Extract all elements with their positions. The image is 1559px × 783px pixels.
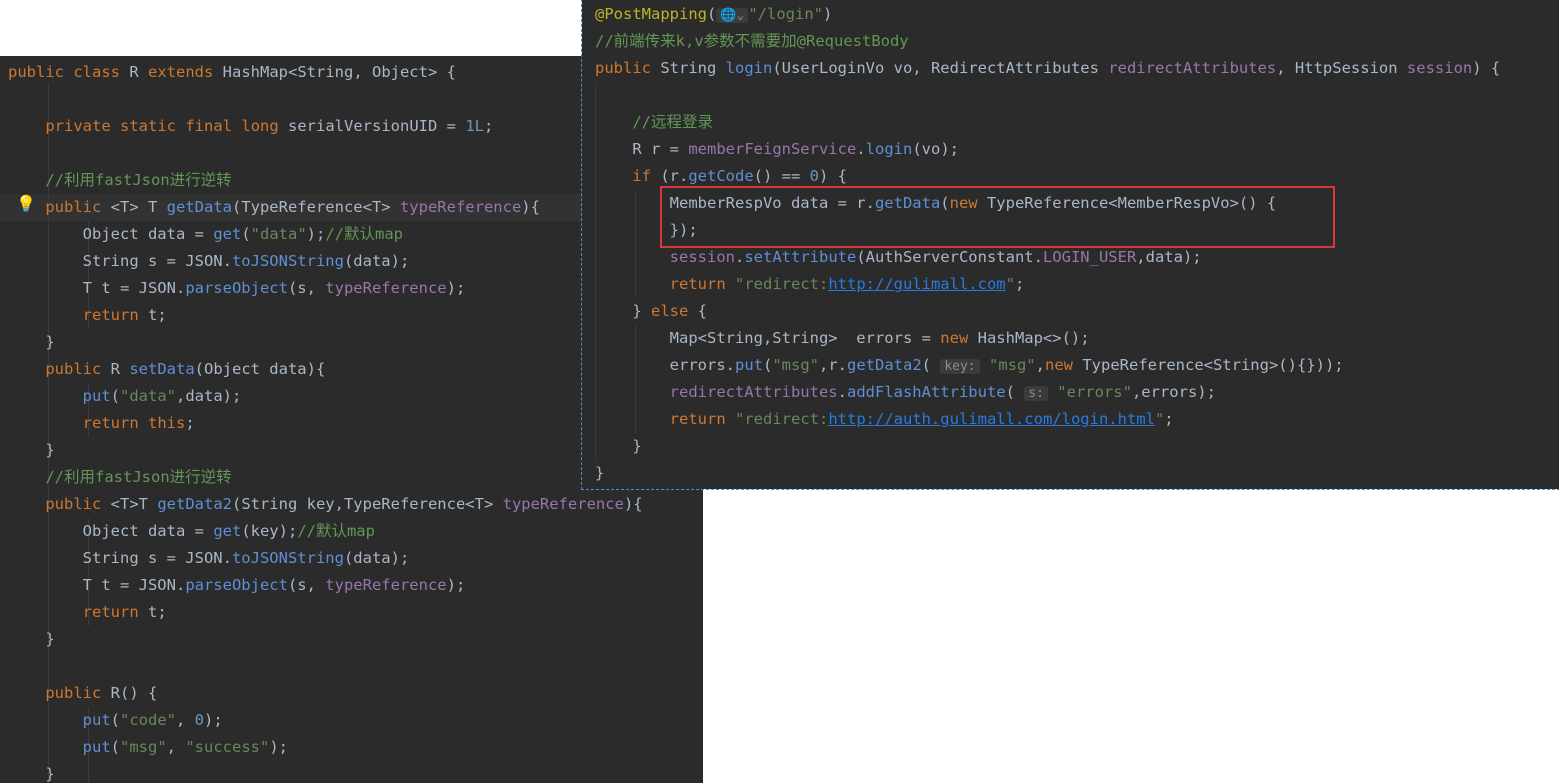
left-code-line-16[interactable]: //利用fastJson进行逆转 xyxy=(8,464,231,491)
right-code-line-16[interactable]: return "redirect:http://auth.gulimall.co… xyxy=(595,406,1174,433)
right-code-line-7[interactable]: if (r.getCode() == 0) { xyxy=(595,163,847,190)
globe-icon[interactable]: 🌐⌄ xyxy=(716,8,749,23)
left-code-line-5[interactable]: //利用fastJson进行逆转 xyxy=(8,167,231,194)
right-code-line-8[interactable]: MemberRespVo data = r.getData(new TypeRe… xyxy=(595,190,1277,217)
right-code-line-10[interactable]: session.setAttribute(AuthServerConstant.… xyxy=(595,244,1202,271)
right-code-line-9[interactable]: }); xyxy=(595,217,698,244)
left-code-line-22[interactable]: } xyxy=(8,626,54,653)
left-code-line-14[interactable]: return this; xyxy=(8,410,195,437)
left-code-line-19[interactable]: String s = JSON.toJSONString(data); xyxy=(8,545,410,572)
right-code-line-17[interactable]: } xyxy=(595,433,641,460)
right-code-line-15[interactable]: redirectAttributes.addFlashAttribute( s:… xyxy=(595,379,1216,406)
left-code-line-3[interactable]: private static final long serialVersionU… xyxy=(8,113,493,140)
right-code-line-2[interactable]: //前端传来k,v参数不需要加@RequestBody xyxy=(595,28,909,55)
left-code-line-17[interactable]: public <T>T getData2(String key,TypeRefe… xyxy=(8,491,642,518)
left-code-line-15[interactable]: } xyxy=(8,437,54,464)
left-code-line-21[interactable]: return t; xyxy=(8,599,167,626)
left-code-line-24[interactable]: public R() { xyxy=(8,680,157,707)
left-code-line-26[interactable]: put("msg", "success"); xyxy=(8,734,288,761)
right-editor-panel: @PostMapping(🌐⌄ "/login")//前端传来k,v参数不需要加@… xyxy=(581,0,1559,490)
right-code-line-18[interactable]: } xyxy=(595,460,604,487)
left-code-line-13[interactable]: put("data",data); xyxy=(8,383,242,410)
left-code-line-6[interactable]: public <T> T getData(TypeReference<T> ty… xyxy=(8,194,540,221)
right-code-line-12[interactable]: } else { xyxy=(595,298,707,325)
left-code-line-11[interactable]: } xyxy=(8,329,54,356)
right-code-line-11[interactable]: return "redirect:http://gulimall.com"; xyxy=(595,271,1025,298)
left-code-line-27[interactable]: } xyxy=(8,761,54,783)
right-code-line-5[interactable]: //远程登录 xyxy=(595,109,713,136)
left-code-line-12[interactable]: public R setData(Object data){ xyxy=(8,356,325,383)
right-code-line-13[interactable]: Map<String,String> errors = new HashMap<… xyxy=(595,325,1090,352)
left-code-line-20[interactable]: T t = JSON.parseObject(s, typeReference)… xyxy=(8,572,466,599)
right-code-line-3[interactable]: public String login(UserLoginVo vo, Redi… xyxy=(595,55,1500,82)
right-code-line-1[interactable]: @PostMapping(🌐⌄ "/login") xyxy=(595,1,832,28)
left-code-line-8[interactable]: String s = JSON.toJSONString(data); xyxy=(8,248,410,275)
left-code-line-25[interactable]: put("code", 0); xyxy=(8,707,223,734)
left-code-line-10[interactable]: return t; xyxy=(8,302,167,329)
left-code-line-18[interactable]: Object data = get(key);//默认map xyxy=(8,518,375,545)
left-code-line-7[interactable]: Object data = get("data");//默认map xyxy=(8,221,403,248)
right-code-line-14[interactable]: errors.put("msg",r.getData2( key: "msg",… xyxy=(595,352,1344,379)
left-code-line-9[interactable]: T t = JSON.parseObject(s, typeReference)… xyxy=(8,275,466,302)
left-code-line-1[interactable]: public class R extends HashMap<String, O… xyxy=(8,59,456,86)
right-code-line-6[interactable]: R r = memberFeignService.login(vo); xyxy=(595,136,959,163)
